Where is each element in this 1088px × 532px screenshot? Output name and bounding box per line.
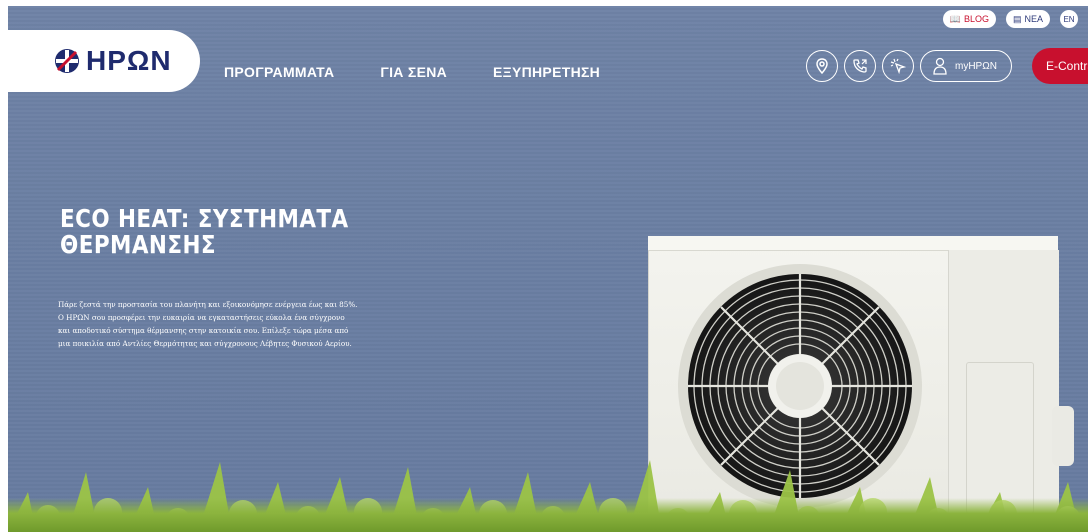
logo[interactable]: HPΩN [8,30,200,92]
phone-button[interactable] [844,50,876,82]
nav-exypiretisi[interactable]: ΕΞΥΠΗΡΕΤΗΣΗ [493,64,600,80]
cursor-button[interactable] [882,50,914,82]
heron-logo-icon [55,49,79,73]
book-icon: 📖 [949,13,961,24]
news-label: NEA [1024,14,1043,24]
location-icon [816,58,828,74]
blog-label: BLOG [963,14,989,24]
hero-description: Πάρε ζεστά την προστασία του πλανήτη και… [58,298,394,350]
hero-title-line-2: ΘΕΡΜΑΝΣΗΣ [60,230,216,259]
blog-link[interactable]: 📖 BLOG [942,10,996,28]
hero-title: ECO HEAT: ΣΥΣΤΗΜΑΤΑ ΘΕΡΜΑΝΣΗΣ [60,206,349,258]
hero-description-line: μια ποικιλία από Αντλίες Θερμότητας και … [58,339,352,348]
user-icon [933,57,947,75]
hero-banner: HPΩN ΠΡΟΓΡΑΜΜΑΤΑ ΓΙΑ ΣΕΝΑ ΕΞΥΠΗΡΕΤΗΣΗ 📖 … [8,6,1088,532]
newspaper-icon: ▤ [1012,13,1022,24]
hero-description-line: Ο ΗΡΩΝ σου προσφέρει την ευκαιρία να εγκ… [58,313,345,322]
main-nav: ΠΡΟΓΡΑΜΜΑΤΑ ΓΙΑ ΣΕΝΑ ΕΞΥΠΗΡΕΤΗΣΗ [224,64,646,80]
myheron-label: myHPΩN [955,60,997,72]
location-button[interactable] [806,50,838,82]
myheron-account-button[interactable]: myHPΩN [920,50,1012,82]
news-link[interactable]: ▤ NEA [1005,10,1050,28]
e-contract-button[interactable]: E-Contract [1032,48,1088,84]
language-toggle[interactable]: EN [1060,10,1078,28]
hero-description-line: και αποδοτικό σύστημα θέρμανσης στην κατ… [58,326,349,335]
nav-programmata[interactable]: ΠΡΟΓΡΑΜΜΑΤΑ [224,64,334,80]
nav-gia-sena[interactable]: ΓΙΑ ΣΕΝΑ [380,64,447,80]
phone-icon [853,59,867,73]
cursor-icon [890,58,906,74]
hero-description-line: Πάρε ζεστά την προστασία του πλανήτη και… [58,300,358,309]
hero-title-line-1: ECO HEAT: ΣΥΣΤΗΜΑΤΑ [60,204,349,233]
top-links: 📖 BLOG ▤ NEA EN [942,10,1078,28]
logo-text: HPΩN [86,45,172,76]
